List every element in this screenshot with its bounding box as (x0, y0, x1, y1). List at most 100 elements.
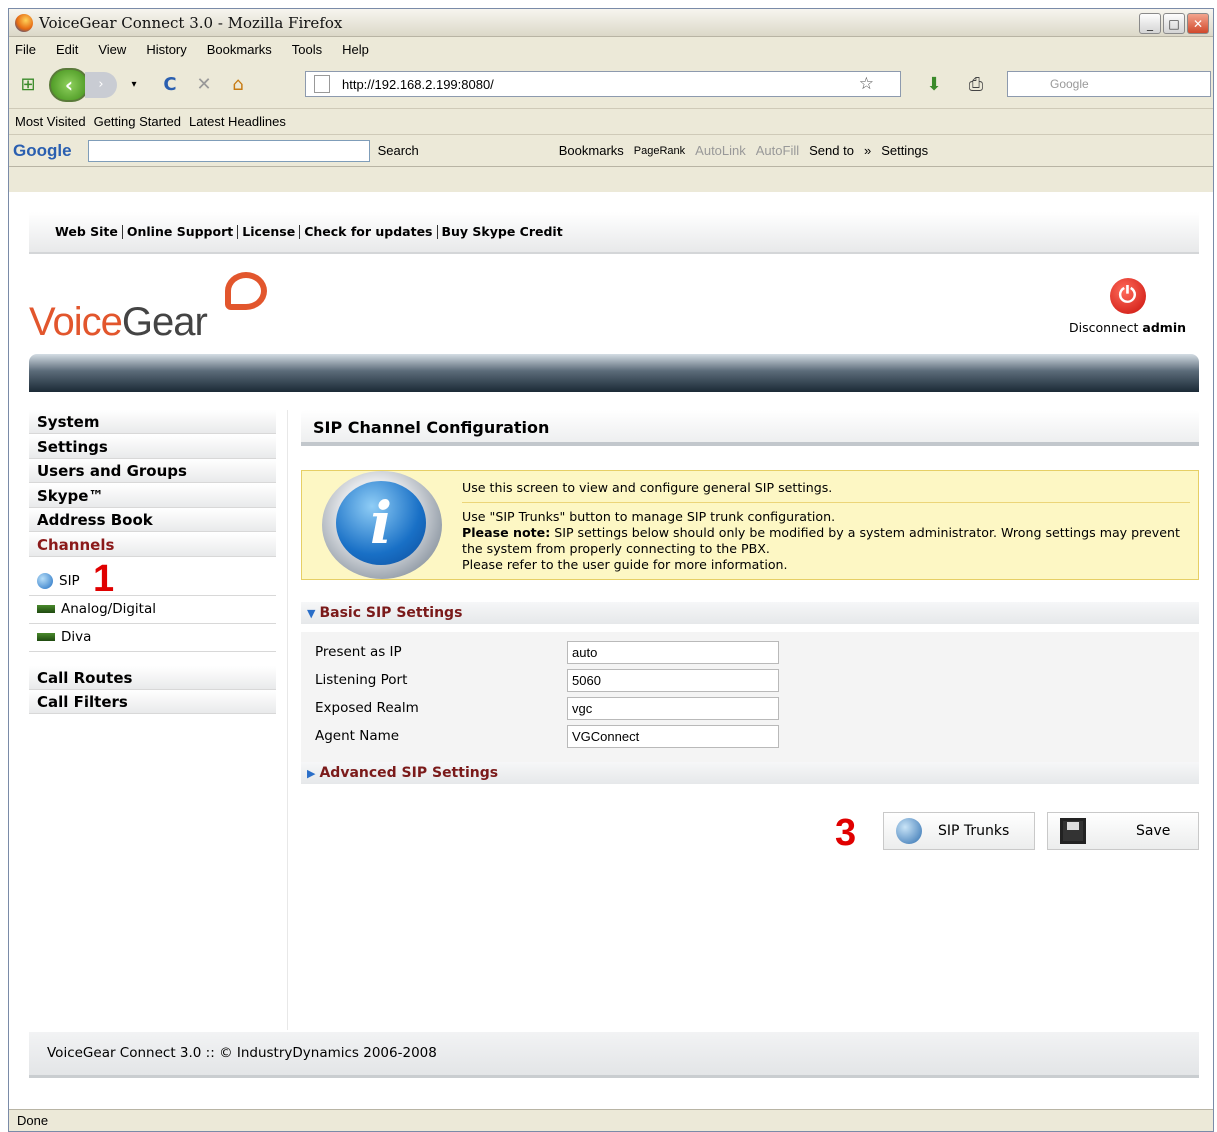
bookmark-getting-started[interactable]: Getting Started (94, 114, 181, 129)
annotation-3: 3 (835, 812, 857, 854)
info-text: Use this screen to view and configure ge… (462, 480, 1190, 573)
navigation-toolbar: ⊞ ‹ › ▾ C ✕ ⌂ http://192.168.2.199:8080/… (9, 61, 1213, 109)
home-icon[interactable]: ⌂ (225, 72, 251, 98)
window-title: VoiceGear Connect 3.0 - Mozilla Firefox (39, 13, 343, 32)
agent-name-input[interactable] (567, 724, 779, 748)
main-panel: SIP Channel Configuration i Use this scr… (301, 410, 1199, 850)
logo-text-gear: Gear (121, 300, 208, 344)
autolink-button[interactable]: AutoLink (695, 143, 746, 158)
search-box[interactable]: Google (1007, 71, 1211, 97)
sidebar-item-users-groups[interactable]: Users and Groups (29, 459, 276, 484)
sip-trunks-button[interactable]: SIP Trunks (883, 812, 1035, 850)
info-line-2: Use "SIP Trunks" button to manage SIP tr… (462, 509, 836, 524)
advanced-sip-settings-title: Advanced SIP Settings (319, 765, 499, 781)
sidebar-subitem-sip[interactable]: SIP (29, 568, 276, 596)
sidebar-item-call-filters[interactable]: Call Filters (29, 690, 276, 715)
listening-port-label: Listening Port (315, 672, 408, 688)
download-icon[interactable]: ⬇ (921, 71, 947, 97)
page-content: Web Site Online Support License Check fo… (9, 192, 1213, 1112)
history-dropdown-icon[interactable]: ▾ (121, 72, 147, 98)
bookmark-latest-headlines[interactable]: Latest Headlines (189, 114, 286, 129)
google-logo: Google (13, 140, 72, 160)
sidebar-item-call-routes[interactable]: Call Routes (29, 665, 276, 690)
annotation-1: 1 (93, 558, 115, 600)
bookmark-star-icon[interactable]: ☆ (859, 74, 874, 94)
menu-edit[interactable]: Edit (56, 42, 78, 57)
link-license[interactable]: License (238, 225, 301, 239)
google-toolbar: Google Search Bookmarks PageRank AutoLin… (9, 135, 1213, 167)
google-search-button[interactable]: Search (378, 143, 419, 158)
sidebar-item-settings[interactable]: Settings (29, 434, 276, 459)
google-settings-button[interactable]: Settings (881, 143, 928, 158)
sidebar-subitem-diva[interactable]: Diva (29, 624, 276, 652)
link-online-support[interactable]: Online Support (123, 225, 239, 239)
exposed-realm-input[interactable] (567, 696, 779, 720)
send-to-button[interactable]: Send to (809, 143, 854, 158)
minimize-button[interactable]: _ (1139, 13, 1161, 34)
sidebar: System Settings Users and Groups Skype™ … (29, 410, 276, 715)
logo-text-voice: Voice (29, 300, 123, 344)
menu-tools[interactable]: Tools (292, 42, 322, 57)
firefox-icon (15, 13, 33, 32)
field-row: Exposed Realm (315, 696, 1185, 720)
pagerank-indicator[interactable]: PageRank (634, 145, 685, 157)
menu-history[interactable]: History (146, 42, 186, 57)
back-button[interactable]: ‹ (49, 67, 89, 102)
autofill-button[interactable]: AutoFill (756, 143, 799, 158)
title-bar: VoiceGear Connect 3.0 - Mozilla Firefox … (9, 9, 1213, 37)
stop-icon[interactable]: ✕ (191, 72, 217, 98)
link-buy-skype-credit[interactable]: Buy Skype Credit (438, 225, 567, 239)
power-icon: ⏻ (1109, 278, 1146, 314)
sidebar-subitem-analog-digital[interactable]: Analog/Digital (29, 596, 276, 624)
advanced-sip-settings-header[interactable]: ▶ Advanced SIP Settings (301, 762, 1199, 784)
menu-bookmarks[interactable]: Bookmarks (207, 42, 272, 57)
sidebar-item-skype[interactable]: Skype™ (29, 483, 276, 508)
info-note-label: Please note: (462, 525, 551, 540)
present-as-ip-input[interactable] (567, 640, 779, 664)
globe-icon (37, 573, 53, 590)
card-icon (37, 605, 55, 614)
link-web-site[interactable]: Web Site (51, 225, 123, 239)
exposed-realm-label: Exposed Realm (315, 700, 419, 716)
disconnect-button[interactable]: ⏻ Disconnect admin (1065, 278, 1190, 335)
field-row: Present as IP (315, 640, 1185, 664)
sidebar-item-channels[interactable]: Channels (29, 532, 276, 557)
status-bar: Done (9, 1109, 1213, 1131)
print-icon[interactable]: ⎙ (963, 71, 989, 97)
info-note: SIP settings below should only be modifi… (462, 525, 1180, 556)
maximize-button[interactable]: □ (1163, 13, 1185, 34)
page-icon (314, 75, 330, 93)
listening-port-input[interactable] (567, 668, 779, 692)
bookmark-most-visited[interactable]: Most Visited (15, 114, 86, 129)
save-disk-icon (1060, 818, 1086, 844)
basic-settings-form: Present as IP Listening Port Exposed Rea… (301, 632, 1199, 774)
logo-bubble-icon (225, 272, 267, 310)
close-button[interactable]: ✕ (1187, 13, 1209, 34)
google-bookmarks-button[interactable]: Bookmarks (559, 143, 624, 158)
diva-label: Diva (61, 629, 92, 646)
save-label: Save (1136, 823, 1171, 839)
bookmarks-toolbar: Most Visited Getting Started Latest Head… (9, 109, 1213, 135)
url-bar[interactable]: http://192.168.2.199:8080/ ☆ (305, 71, 901, 97)
sidebar-item-system[interactable]: System (29, 410, 276, 434)
new-tab-icon[interactable]: ⊞ (15, 72, 41, 98)
divider (287, 410, 288, 1030)
reload-icon[interactable]: C (157, 72, 183, 98)
expanded-triangle-icon: ▼ (307, 607, 316, 620)
footer: VoiceGear Connect 3.0 :: © IndustryDynam… (29, 1032, 1199, 1078)
basic-sip-settings-header[interactable]: ▼ Basic SIP Settings (301, 602, 1199, 624)
save-button[interactable]: Save (1047, 812, 1199, 850)
sidebar-item-address-book[interactable]: Address Book (29, 508, 276, 533)
username: admin (1142, 320, 1187, 335)
menu-view[interactable]: View (98, 42, 126, 57)
header-bar (29, 354, 1199, 392)
google-search-input[interactable] (87, 139, 370, 162)
menu-bar: File Edit View History Bookmarks Tools H… (9, 37, 1213, 61)
sip-trunks-label: SIP Trunks (938, 823, 1010, 839)
more-chevron[interactable]: » (864, 143, 871, 158)
forward-button[interactable]: › (85, 71, 117, 98)
sip-label: SIP (59, 573, 80, 590)
menu-help[interactable]: Help (342, 42, 369, 57)
link-check-updates[interactable]: Check for updates (300, 225, 438, 239)
menu-file[interactable]: File (15, 42, 36, 57)
